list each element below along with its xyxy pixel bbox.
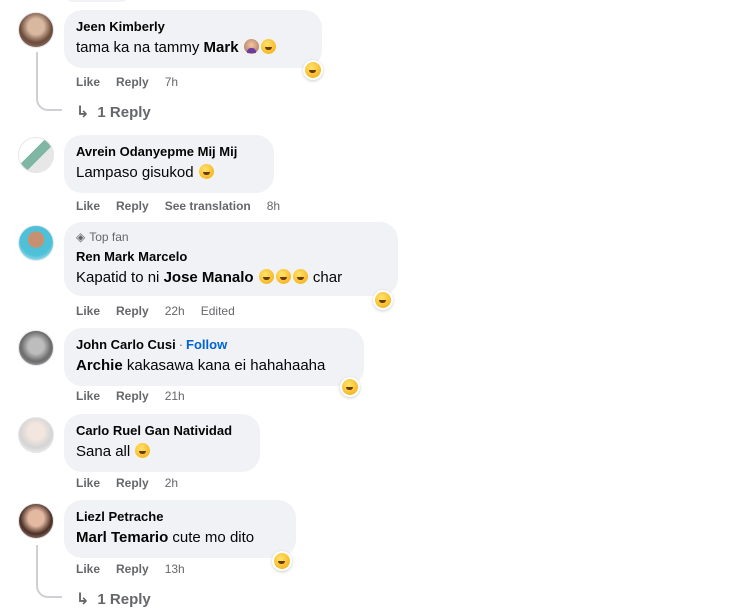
comment-bubble: John Carlo Cusi · Follow Archie kakasawa k… xyxy=(64,328,364,386)
comment-text: Archie kakasawa kana ei hahahaaha xyxy=(76,357,326,374)
comment-text: Sana all xyxy=(76,442,248,462)
previous-comment-bubble-edge xyxy=(62,0,132,2)
comment-bubble: Jeen Kimberly tama ka na tammy Mark xyxy=(64,10,322,68)
comment-bubble: Avrein Odanyepme Mij Mij Lampaso gisukod xyxy=(64,135,274,193)
avatar[interactable] xyxy=(18,225,54,261)
comment-actions: Like Reply 2h xyxy=(76,476,178,490)
comment-bubble: Carlo Ruel Gan Natividad Sana all xyxy=(64,414,260,472)
reply-button[interactable]: Reply xyxy=(116,75,149,89)
comment-actions: Like Reply 22h Edited xyxy=(76,304,235,318)
haha-emoji-icon xyxy=(260,39,276,54)
comment-author: John Carlo Cusi · Follow xyxy=(76,336,352,353)
view-replies-button[interactable]: ↳ 1 Reply xyxy=(76,589,151,609)
reply-button[interactable]: Reply xyxy=(116,304,149,318)
comment-text: Lampaso gisukod xyxy=(76,163,262,183)
reply-arrow-icon: ↳ xyxy=(76,104,90,121)
comment-text: Marl Temario cute mo dito xyxy=(76,529,255,546)
timestamp[interactable]: 13h xyxy=(165,562,185,576)
haha-reaction-icon[interactable] xyxy=(373,290,393,310)
avatar[interactable] xyxy=(18,503,54,539)
avatar[interactable] xyxy=(18,330,54,366)
thread-line xyxy=(36,545,38,585)
comment-author[interactable]: Avrein Odanyepme Mij Mij xyxy=(76,143,262,160)
haha-emoji-icon xyxy=(292,269,308,284)
like-button[interactable]: Like xyxy=(76,562,100,576)
comment-actions: Like Reply 7h xyxy=(76,75,178,89)
see-translation-button[interactable]: See translation xyxy=(165,199,251,213)
comment-author[interactable]: Carlo Ruel Gan Natividad xyxy=(76,422,248,439)
like-button[interactable]: Like xyxy=(76,476,100,490)
timestamp[interactable]: 22h xyxy=(165,304,185,318)
haha-reaction-icon[interactable] xyxy=(303,60,323,80)
comment-bubble: ◈ Top fan Ren Mark Marcelo Kapatid to ni … xyxy=(64,222,398,296)
comment-actions: Like Reply 21h xyxy=(76,389,185,403)
comment-bubble: Liezl Petrache Marl Temario cute mo dito xyxy=(64,500,296,558)
like-button[interactable]: Like xyxy=(76,389,100,403)
reply-arrow-icon: ↳ xyxy=(76,591,90,608)
timestamp[interactable]: 7h xyxy=(165,75,178,89)
haha-reaction-icon[interactable] xyxy=(340,377,360,397)
haha-emoji-icon xyxy=(258,269,274,284)
avatar[interactable] xyxy=(18,417,54,453)
comment-author[interactable]: Liezl Petrache xyxy=(76,508,284,525)
reply-button[interactable]: Reply xyxy=(116,199,149,213)
edited-label: Edited xyxy=(200,304,235,318)
reply-button[interactable]: Reply xyxy=(116,476,149,490)
grin-emoji-icon xyxy=(198,164,214,179)
comment-actions: Like Reply See translation 8h xyxy=(76,199,280,213)
haha-emoji-icon xyxy=(275,269,291,284)
mention-link[interactable]: Mark xyxy=(204,39,239,56)
reply-button[interactable]: Reply xyxy=(116,389,149,403)
timestamp[interactable]: 2h xyxy=(165,476,178,490)
mention-link[interactable]: Archie xyxy=(76,357,123,374)
follow-button[interactable]: Follow xyxy=(186,337,227,352)
comment-author[interactable]: Ren Mark Marcelo xyxy=(76,248,386,265)
haha-emoji-icon xyxy=(375,292,391,308)
pleading-emoji-icon xyxy=(135,443,151,458)
separator-dot: · xyxy=(178,337,184,352)
like-button[interactable]: Like xyxy=(76,75,100,89)
comment-text: Kapatid to ni Jose Manalo char xyxy=(76,269,343,286)
thread-line xyxy=(36,52,38,97)
avatar[interactable] xyxy=(18,137,54,173)
timestamp[interactable]: 8h xyxy=(267,199,280,213)
view-replies-button[interactable]: ↳ 1 Reply xyxy=(76,102,151,122)
reply-button[interactable]: Reply xyxy=(116,562,149,576)
mention-link[interactable]: Marl Temario xyxy=(76,529,168,546)
like-button[interactable]: Like xyxy=(76,199,100,213)
comment-author[interactable]: Jeen Kimberly xyxy=(76,18,310,35)
haha-reaction-icon[interactable] xyxy=(272,551,292,571)
like-button[interactable]: Like xyxy=(76,304,100,318)
timestamp[interactable]: 21h xyxy=(165,389,185,403)
haha-emoji-icon xyxy=(342,379,358,395)
top-fan-badge: ◈ Top fan xyxy=(76,230,129,244)
comment-text: tama ka na tammy Mark xyxy=(76,38,310,58)
mention-link[interactable]: Jose Manalo xyxy=(164,269,254,286)
author-name[interactable]: John Carlo Cusi xyxy=(76,337,176,352)
avatar[interactable] xyxy=(18,12,54,48)
person-emoji-icon xyxy=(243,39,259,54)
comment-actions: Like Reply 13h xyxy=(76,562,185,576)
haha-emoji-icon xyxy=(305,62,321,78)
haha-emoji-icon xyxy=(274,553,290,569)
thread-connector xyxy=(36,584,62,598)
thread-connector xyxy=(36,97,62,111)
diamond-icon: ◈ xyxy=(76,230,86,244)
